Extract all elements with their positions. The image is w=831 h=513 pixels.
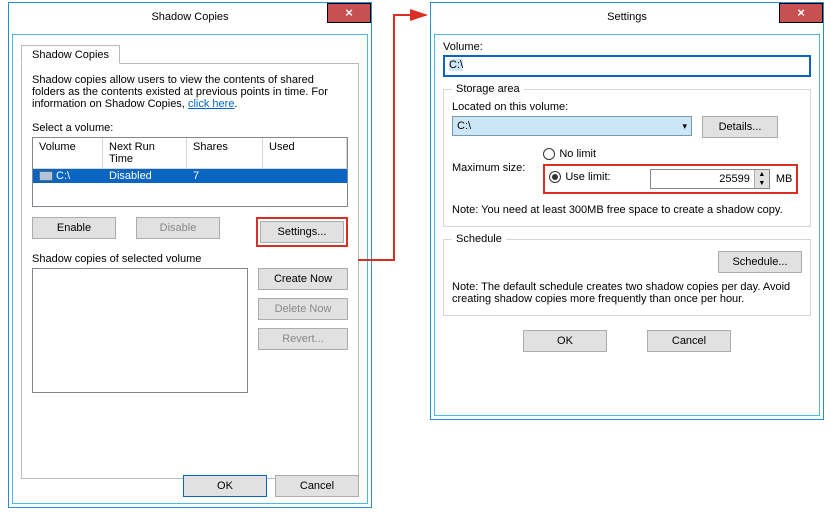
storage-note: Note: You need at least 300MB free space… bbox=[452, 204, 802, 216]
table-row[interactable]: C:\ Disabled 7 bbox=[33, 169, 347, 183]
maxsize-label: Maximum size: bbox=[452, 148, 525, 174]
ok-button[interactable]: OK bbox=[183, 475, 267, 497]
close-icon[interactable]: × bbox=[779, 3, 823, 23]
details-button[interactable]: Details... bbox=[702, 116, 778, 138]
selected-copies-list[interactable] bbox=[32, 268, 248, 393]
schedule-button[interactable]: Schedule... bbox=[718, 251, 802, 273]
volume-table[interactable]: Volume Next Run Time Shares Used C:\ Dis… bbox=[32, 137, 348, 207]
enable-button[interactable]: Enable bbox=[32, 217, 116, 239]
located-volume-dropdown[interactable]: C:\▾ bbox=[452, 116, 692, 136]
select-volume-label: Select a volume: bbox=[32, 122, 348, 134]
close-icon[interactable]: × bbox=[327, 3, 371, 23]
right-title: Settings bbox=[607, 11, 647, 23]
tab-shadow-copies[interactable]: Shadow Copies bbox=[21, 45, 120, 64]
left-titlebar: Shadow Copies × bbox=[9, 3, 371, 31]
col-used[interactable]: Used bbox=[263, 138, 347, 169]
selected-volume-label: Shadow copies of selected volume bbox=[32, 253, 348, 265]
use-limit-radio[interactable]: Use limit: bbox=[549, 171, 610, 183]
click-here-link[interactable]: click here bbox=[188, 98, 234, 110]
col-shares[interactable]: Shares bbox=[187, 138, 263, 169]
spinner-down-icon[interactable]: ▼ bbox=[755, 179, 769, 188]
located-label: Located on this volume: bbox=[452, 101, 802, 113]
limit-input[interactable]: 25599 ▲▼ bbox=[650, 169, 770, 189]
volume-field[interactable]: C:\ bbox=[443, 55, 811, 77]
schedule-legend: Schedule bbox=[452, 233, 506, 245]
settings-cancel-button[interactable]: Cancel bbox=[647, 330, 731, 352]
no-limit-radio[interactable]: No limit bbox=[543, 148, 596, 160]
delete-now-button: Delete Now bbox=[258, 298, 348, 320]
left-title: Shadow Copies bbox=[151, 11, 228, 23]
shadow-copies-window: Shadow Copies × Shadow Copies Shadow cop… bbox=[8, 2, 372, 508]
storage-legend: Storage area bbox=[452, 83, 524, 95]
disk-icon bbox=[39, 171, 53, 181]
create-now-button[interactable]: Create Now bbox=[258, 268, 348, 290]
col-volume[interactable]: Volume bbox=[33, 138, 103, 169]
settings-ok-button[interactable]: OK bbox=[523, 330, 607, 352]
schedule-note: Note: The default schedule creates two s… bbox=[452, 281, 802, 305]
spinner-up-icon[interactable]: ▲ bbox=[755, 170, 769, 179]
chevron-down-icon: ▾ bbox=[682, 121, 687, 132]
settings-button[interactable]: Settings... bbox=[260, 221, 344, 243]
settings-window: Settings × Volume: C:\ Storage area Loca… bbox=[430, 2, 824, 420]
cancel-button[interactable]: Cancel bbox=[275, 475, 359, 497]
col-next[interactable]: Next Run Time bbox=[103, 138, 187, 169]
right-titlebar: Settings × bbox=[431, 3, 823, 31]
intro-text: Shadow copies allow users to view the co… bbox=[32, 74, 328, 110]
disable-button: Disable bbox=[136, 217, 220, 239]
unit-label: MB bbox=[776, 173, 793, 185]
schedule-group: Schedule Schedule... Note: The default s… bbox=[443, 233, 811, 316]
storage-area-group: Storage area Located on this volume: C:\… bbox=[443, 83, 811, 227]
volume-label: Volume: bbox=[443, 41, 811, 53]
revert-button: Revert... bbox=[258, 328, 348, 350]
